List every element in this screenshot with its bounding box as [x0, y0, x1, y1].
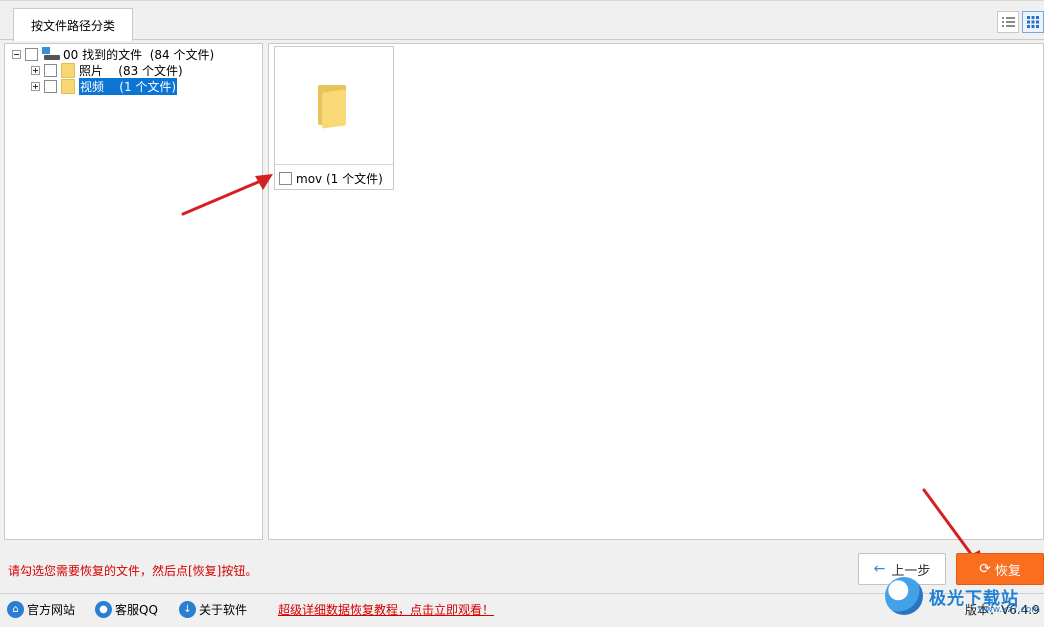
tab-by-path[interactable]: 按文件路径分类: [13, 8, 133, 41]
support-qq-label: 客服QQ: [115, 602, 158, 617]
folder-card[interactable]: mov (1 个文件): [274, 46, 394, 190]
folder-icon: [61, 62, 75, 78]
tab-divider: [0, 39, 1044, 40]
tree-root[interactable]: 00 找到的文件 (84 个文件): [12, 46, 214, 62]
folder-icon: [61, 78, 75, 94]
tree-item-label: 照片 (83 个文件): [79, 63, 183, 78]
tree-item-checkbox[interactable]: [44, 79, 57, 93]
file-grid: mov (1 个文件): [268, 43, 1044, 540]
list-view-icon: [1002, 17, 1015, 27]
qq-icon: ●: [95, 600, 112, 618]
arrow-left-icon: ←: [873, 561, 886, 577]
tree-root-checkbox[interactable]: [25, 47, 38, 61]
folder-checkbox[interactable]: [279, 171, 292, 185]
tree-item-videos[interactable]: 视频 (1 个文件): [31, 77, 178, 95]
grid-view-button[interactable]: [1022, 11, 1044, 33]
collapse-icon[interactable]: [12, 49, 21, 59]
info-icon: ↓: [179, 600, 196, 618]
home-icon: ⌂: [7, 600, 24, 618]
watermark-url: www.xz7.com: [978, 605, 1040, 615]
official-site-link[interactable]: ⌂ 官方网站: [7, 600, 75, 618]
folder-tree: 00 找到的文件 (84 个文件) 照片 (83 个文件) 视频 (1 个文件): [4, 43, 263, 540]
tree-root-label: 00 找到的文件 (84 个文件): [63, 47, 215, 62]
folder-thumbnail[interactable]: [275, 47, 393, 165]
expand-icon[interactable]: [31, 65, 40, 75]
folder-card-footer: mov (1 个文件): [279, 170, 383, 186]
tutorial-link[interactable]: 超级详细数据恢复教程，点击立即观看！: [278, 601, 494, 618]
tab-bar: 按文件路径分类: [0, 0, 1044, 41]
folder-label: mov (1 个文件): [296, 171, 383, 186]
support-qq-link[interactable]: ● 客服QQ: [95, 600, 158, 618]
folder-icon: [318, 85, 346, 129]
hint-text: 请勾选您需要恢复的文件，然后点[恢复]按钮。: [8, 564, 258, 578]
expand-icon[interactable]: [31, 81, 40, 91]
list-view-button[interactable]: [997, 11, 1019, 33]
about-label: 关于软件: [199, 602, 248, 617]
about-link[interactable]: ↓ 关于软件: [179, 600, 247, 618]
official-site-label: 官方网站: [27, 602, 76, 617]
tree-item-photos[interactable]: 照片 (83 个文件): [31, 62, 183, 78]
grid-view-icon: [1027, 16, 1039, 28]
watermark: 极光下载站 www.xz7.com: [885, 574, 1040, 618]
tab-label: 按文件路径分类: [30, 18, 115, 33]
drive-icon: [42, 47, 60, 61]
tree-item-checkbox[interactable]: [44, 63, 57, 77]
tree-item-label: 视频 (1 个文件): [79, 77, 178, 95]
